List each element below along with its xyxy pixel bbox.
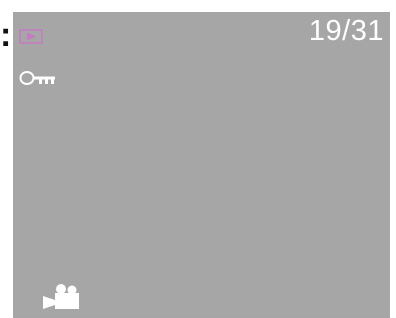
colon-mark: : [0,16,12,54]
video-camera-icon [43,284,79,309]
file-counter: 19/31 [308,15,384,47]
manual-figure: : 19/31 [0,0,396,318]
camera-display: 19/31 [13,12,390,318]
playback-icon [19,29,43,44]
key-icon [19,71,55,85]
